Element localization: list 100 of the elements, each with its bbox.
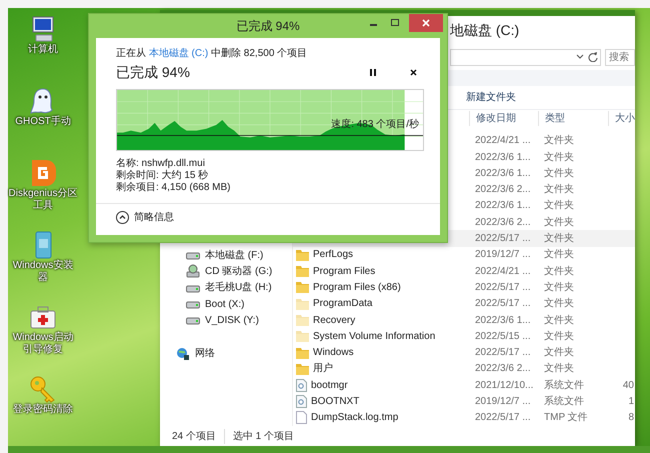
file-row[interactable]: System Volume Information 2022/5/15 ... 文件夹 xyxy=(293,328,635,345)
nav-item[interactable]: 网络 xyxy=(176,345,292,362)
file-name: DumpStack.log.tmp xyxy=(311,411,398,426)
cd-drive-icon xyxy=(186,264,200,278)
nav-item[interactable]: 老毛桃U盘 (H:) xyxy=(186,280,292,296)
file-row[interactable]: ProgramData 2022/5/17 ... 文件夹 xyxy=(293,296,635,312)
drive-icon xyxy=(186,299,200,310)
file-row[interactable]: Recovery 2022/3/6 1... 文件夹 xyxy=(293,312,635,328)
file-name: PerfLogs xyxy=(313,248,354,262)
chevron-down-icon[interactable] xyxy=(576,54,584,60)
file-name: Windows xyxy=(313,346,354,360)
date-cell-text: 2019/12/7 ... xyxy=(474,248,532,262)
close-button[interactable] xyxy=(409,14,443,32)
type-cell-text: 文件夹 xyxy=(543,362,575,376)
type-cell-text: 文件夹 xyxy=(543,166,575,181)
file-row[interactable]: Program Files 2022/4/21 ... 文件夹 xyxy=(293,263,635,280)
folder-icon xyxy=(296,281,309,294)
column-header[interactable]: 修改日期 xyxy=(469,111,538,126)
type-cell-text: 系统文件 xyxy=(543,378,585,393)
dialog-title: 已完成 94% xyxy=(236,18,300,35)
nav-item[interactable]: Boot (X:) xyxy=(186,296,292,312)
date-cell-text: 2022/4/21 ... xyxy=(474,264,532,279)
size-cell-text: 8 xyxy=(627,411,635,426)
type-cell-text: TMP 文件 xyxy=(543,410,589,426)
close-icon xyxy=(422,19,430,27)
date-cell-text: 2022/5/17 ... xyxy=(474,232,532,246)
nav-item[interactable]: CD 驱动器 (G:) xyxy=(186,263,292,280)
detail-text: 剩余项目: 4,150 (668 MB) xyxy=(116,182,232,194)
progress-heading: 已完成 94% xyxy=(116,63,191,82)
nav-item[interactable]: 本地磁盘 (F:) xyxy=(186,247,292,264)
type-cell-text: 文件夹 xyxy=(543,182,575,198)
type-cell-text: 文件夹 xyxy=(543,264,575,279)
file-name: 用户 xyxy=(313,362,333,376)
file-name: System Volume Information xyxy=(313,330,436,344)
drive-icon xyxy=(186,250,200,260)
file-name: Recovery xyxy=(313,314,356,328)
folder-icon xyxy=(296,330,309,342)
status-text: 选中 1 个项目 xyxy=(224,428,294,444)
drive-icon xyxy=(186,315,200,326)
refresh-icon[interactable] xyxy=(588,52,598,62)
source-link[interactable]: 本地磁盘 (C:) xyxy=(148,48,208,59)
date-cell-text: 2021/12/10... xyxy=(474,378,534,393)
column-header[interactable]: 类型 xyxy=(538,111,608,126)
file-icon xyxy=(296,411,307,424)
folder-icon xyxy=(296,248,309,261)
detail-text: 名称: nshwfp.dll.mui xyxy=(116,158,206,170)
type-cell-text: 文件夹 xyxy=(543,232,575,246)
search-field[interactable]: 搜索 xyxy=(605,48,635,66)
window-title: 地磁盘 (C:) xyxy=(450,21,520,40)
type-cell-text: 文件夹 xyxy=(543,314,575,328)
date-cell-text: 2022/3/6 1... xyxy=(474,150,532,165)
date-cell-text: 2022/3/6 1... xyxy=(474,166,532,181)
date-cell-text: 2022/5/17 ... xyxy=(474,346,532,360)
detail-text: 剩余时间: 大约 15 秒 xyxy=(116,170,210,182)
type-cell-text: 文件夹 xyxy=(543,248,575,262)
file-row[interactable]: BOOTNXT 2019/12/7 ... 系统文件 1 xyxy=(293,393,635,410)
type-cell-text: 文件夹 xyxy=(543,296,575,312)
file-name: Program Files xyxy=(313,264,376,279)
system-file-icon xyxy=(296,395,307,408)
type-cell-text: 文件夹 xyxy=(543,280,575,295)
folder-icon xyxy=(296,265,309,278)
folder-icon xyxy=(296,298,309,310)
file-row[interactable]: Windows 2022/5/17 ... 文件夹 xyxy=(293,344,635,361)
size-cell-text: 40 xyxy=(622,378,635,393)
system-file-icon xyxy=(296,378,307,392)
date-cell-text: 2019/12/7 ... xyxy=(474,395,532,410)
type-cell-text: 文件夹 xyxy=(543,330,575,344)
file-name: ProgramData xyxy=(313,297,372,312)
collapse-details-button[interactable]: 简略信息 xyxy=(116,210,174,225)
new-folder-button[interactable]: 新建文件夹 xyxy=(466,90,516,105)
type-cell-text: 系统文件 xyxy=(543,394,585,410)
file-row[interactable]: PerfLogs 2019/12/7 ... 文件夹 xyxy=(293,246,635,264)
date-cell-text: 2022/3/6 2... xyxy=(474,216,532,230)
file-name: bootmgr xyxy=(311,378,348,393)
size-cell-text: 1 xyxy=(627,395,635,410)
date-cell-text: 2022/5/17 ... xyxy=(474,297,532,312)
nav-item[interactable]: V_DISK (Y:) xyxy=(186,312,292,328)
file-row[interactable]: 用户 2022/3/6 2... 文件夹 xyxy=(293,360,635,378)
file-name: BOOTNXT xyxy=(311,395,360,410)
file-name: Program Files (x86) xyxy=(313,280,401,295)
date-cell-text: 2022/4/21 ... xyxy=(474,134,532,148)
chevron-up-icon xyxy=(116,211,129,224)
file-row[interactable]: bootmgr 2021/12/10... 系统文件 40 xyxy=(293,377,635,394)
type-cell-text: 文件夹 xyxy=(543,198,575,214)
date-cell-text: 2022/5/17 ... xyxy=(474,411,532,426)
date-cell-text: 2022/3/6 1... xyxy=(474,199,532,214)
drive-icon xyxy=(186,282,200,293)
type-cell-text: 文件夹 xyxy=(543,134,575,148)
type-cell-text: 文件夹 xyxy=(543,216,575,230)
column-header[interactable]: 大小 xyxy=(608,111,635,126)
folder-icon xyxy=(296,362,309,375)
type-cell-text: 文件夹 xyxy=(543,150,575,165)
date-cell-text: 2022/3/6 2... xyxy=(474,362,532,376)
network-globe-icon xyxy=(176,346,190,361)
file-row[interactable]: Program Files (x86) 2022/5/17 ... 文件夹 xyxy=(293,279,635,296)
file-row[interactable]: DumpStack.log.tmp 2022/5/17 ... TMP 文件 8 xyxy=(293,410,635,426)
date-cell-text: 2022/3/6 1... xyxy=(474,314,532,328)
type-cell-text: 文件夹 xyxy=(543,346,575,360)
search-input[interactable]: 搜索 xyxy=(609,50,635,64)
date-cell-text: 2022/5/15 ... xyxy=(474,330,532,344)
